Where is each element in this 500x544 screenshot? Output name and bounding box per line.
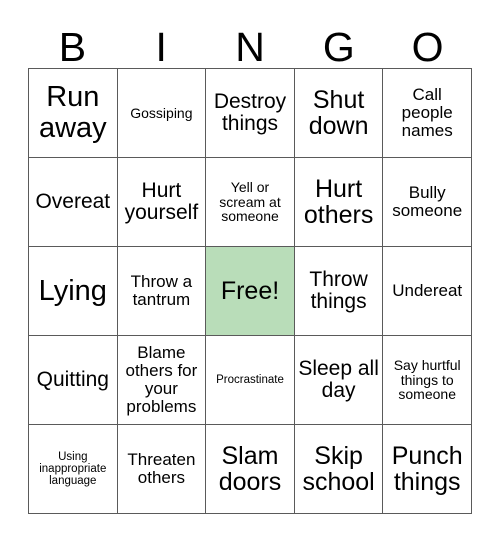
header-letter-n-text: N	[235, 24, 265, 70]
bingo-grid: Run away Gossiping Destroy things Shut down…	[28, 68, 472, 514]
bingo-cell[interactable]: Procrastinate	[206, 336, 295, 425]
bingo-cell[interactable]: Undereat	[383, 247, 472, 336]
bingo-cell[interactable]: Hurt yourself	[117, 158, 207, 247]
header-letter-o: O	[383, 22, 472, 68]
bingo-cell-label: Gossiping	[130, 104, 193, 121]
bingo-cell-label: Yell or scream at someone	[219, 178, 281, 225]
bingo-cell[interactable]: Blame others for your problems	[117, 336, 207, 425]
bingo-cell-label: Undereat	[392, 280, 463, 300]
bingo-cell[interactable]: Using inappropriate language	[29, 425, 118, 514]
bingo-cell-label: Bully someone	[392, 182, 463, 220]
bingo-cell-label: Call people names	[401, 84, 453, 140]
bingo-cell-label: Say hurtful things to someone	[393, 356, 461, 403]
bingo-cell[interactable]: Punch things	[383, 425, 472, 514]
header-letter-i-text: I	[155, 24, 167, 70]
bingo-cell[interactable]: Lying	[29, 247, 118, 336]
bingo-cell[interactable]: Skip school	[294, 425, 384, 514]
bingo-header-row: B I N G O	[28, 22, 472, 68]
bingo-cell[interactable]: Destroy things	[206, 69, 295, 158]
bingo-cell-label: Procrastinate	[216, 373, 284, 386]
bingo-cell-label: Destroy things	[213, 89, 287, 135]
bingo-cell-label: Throw things	[309, 267, 368, 313]
header-letter-n: N	[206, 22, 295, 68]
bingo-cell[interactable]: Gossiping	[117, 69, 207, 158]
bingo-cell-label: Hurt others	[303, 174, 374, 229]
header-letter-b: B	[28, 22, 117, 68]
bingo-cell[interactable]: Sleep all day	[294, 336, 384, 425]
bingo-cell-label: Shut down	[308, 85, 369, 140]
bingo-cell[interactable]: Quitting	[29, 336, 118, 425]
bingo-cell[interactable]: Shut down	[294, 69, 384, 158]
bingo-cell-label: Lying	[38, 274, 107, 307]
bingo-cell[interactable]: Slam doors	[206, 425, 295, 514]
bingo-cell-label: Quitting	[36, 367, 109, 391]
bingo-cell[interactable]: Threaten others	[117, 425, 207, 514]
bingo-cell-label: Skip school	[302, 441, 375, 496]
header-letter-o-text: O	[411, 24, 444, 70]
bingo-cell-label: Overeat	[35, 189, 111, 213]
bingo-cell-free[interactable]: Free!	[206, 247, 295, 336]
bingo-cell-label: Hurt yourself	[124, 178, 199, 224]
bingo-cell[interactable]: Run away	[29, 69, 118, 158]
bingo-card: B I N G O Run away Gossiping Destroy thing…	[28, 22, 472, 514]
header-letter-b-text: B	[58, 24, 87, 70]
bingo-cell[interactable]: Throw a tantrum	[117, 247, 207, 336]
bingo-cell[interactable]: Bully someone	[383, 158, 472, 247]
bingo-cell-label: Free!	[220, 276, 280, 305]
bingo-cell-label: Blame others for your problems	[125, 342, 198, 417]
bingo-cell[interactable]: Hurt others	[294, 158, 384, 247]
bingo-cell-label: Using inappropriate language	[39, 450, 107, 488]
bingo-cell-label: Throw a tantrum	[130, 271, 193, 309]
bingo-cell[interactable]: Yell or scream at someone	[206, 158, 295, 247]
bingo-cell[interactable]: Call people names	[383, 69, 472, 158]
header-letter-g: G	[294, 22, 383, 68]
bingo-cell-label: Run away	[38, 81, 107, 144]
bingo-cell-label: Punch things	[391, 441, 463, 496]
header-letter-g-text: G	[322, 24, 355, 70]
bingo-cell-label: Threaten others	[127, 449, 196, 487]
bingo-cell[interactable]: Throw things	[294, 247, 384, 336]
bingo-cell[interactable]: Overeat	[29, 158, 118, 247]
header-letter-i: I	[117, 22, 206, 68]
bingo-cell[interactable]: Say hurtful things to someone	[383, 336, 472, 425]
bingo-cell-label: Sleep all day	[298, 356, 379, 402]
bingo-cell-label: Slam doors	[218, 441, 282, 496]
